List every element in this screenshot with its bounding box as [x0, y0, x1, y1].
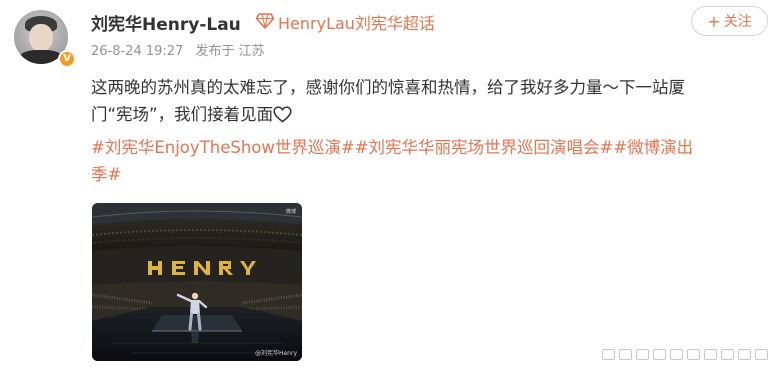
follow-button[interactable]: + 关注 [691, 6, 768, 36]
verified-badge-icon: V [58, 50, 76, 68]
heart-outline-icon [273, 106, 292, 123]
username[interactable]: 刘宪华Henry-Lau [91, 10, 241, 35]
post-text-line: 这两晚的苏州真的太难忘了，感谢你们的惊喜和热情，给了我好多力量～下一站厦 [91, 78, 685, 97]
hashtag-block: #刘宪华EnjoyTheShow世界巡演##刘宪华华丽宪场世界巡回演唱会##微博… [91, 134, 771, 188]
follow-button-label: 关注 [723, 14, 752, 30]
placeholder-box [602, 349, 615, 360]
avatar-shirt [19, 50, 63, 64]
placeholder-box [687, 349, 700, 360]
post-meta: 26-8-24 19:27 发布于 江苏 [91, 40, 273, 59]
post-time[interactable]: 26-8-24 19:27 [91, 44, 183, 59]
placeholder-box [636, 349, 649, 360]
placeholder-box [653, 349, 666, 360]
post-text-line: 门“宪场”，我们接着见面 [91, 101, 763, 128]
placeholder-box [721, 349, 734, 360]
image-loading-indicator [602, 349, 772, 369]
placeholder-box [704, 349, 717, 360]
post-location: 发布于 江苏 [195, 44, 265, 59]
post-text-segment: 门“宪场”，我们接着见面 [91, 105, 274, 124]
hashtag-world-tour-concert[interactable]: #刘宪华华丽宪场世界巡回演唱会# [355, 138, 614, 157]
hashtag-line: #刘宪华EnjoyTheShow世界巡演##刘宪华华丽宪场世界巡回演唱会##微博… [91, 134, 771, 161]
plus-icon: + [707, 11, 721, 31]
concert-stage-image [92, 203, 302, 361]
placeholder-box [619, 349, 632, 360]
diamond-icon[interactable] [256, 13, 274, 29]
placeholder-box [755, 349, 768, 360]
post-text: 这两晚的苏州真的太难忘了，感谢你们的惊喜和热情，给了我好多力量～下一站厦 门“宪… [91, 74, 763, 128]
placeholder-box [670, 349, 683, 360]
hashtag-weibo-performance-season[interactable]: #微博演出 [613, 138, 693, 157]
supertopic-link[interactable]: HenryLau刘宪华超话 [278, 10, 435, 34]
photo-watermark: @刘宪华Henry [254, 350, 297, 357]
hashtag-line: 季# [91, 161, 771, 188]
avatar-face [29, 24, 53, 52]
hashtag-enjoy-the-show[interactable]: #刘宪华EnjoyTheShow世界巡演# [91, 138, 355, 157]
weibo-post-card: V 刘宪华Henry-Lau HenryLau刘宪华超话 26-8-24 19:… [0, 0, 779, 375]
post-photo[interactable]: 微博 @刘宪华Henry [92, 203, 302, 361]
photo-corner-label: 微博 [285, 209, 296, 215]
hashtag-weibo-performance-season-cont[interactable]: 季# [91, 165, 121, 184]
placeholder-box [738, 349, 751, 360]
